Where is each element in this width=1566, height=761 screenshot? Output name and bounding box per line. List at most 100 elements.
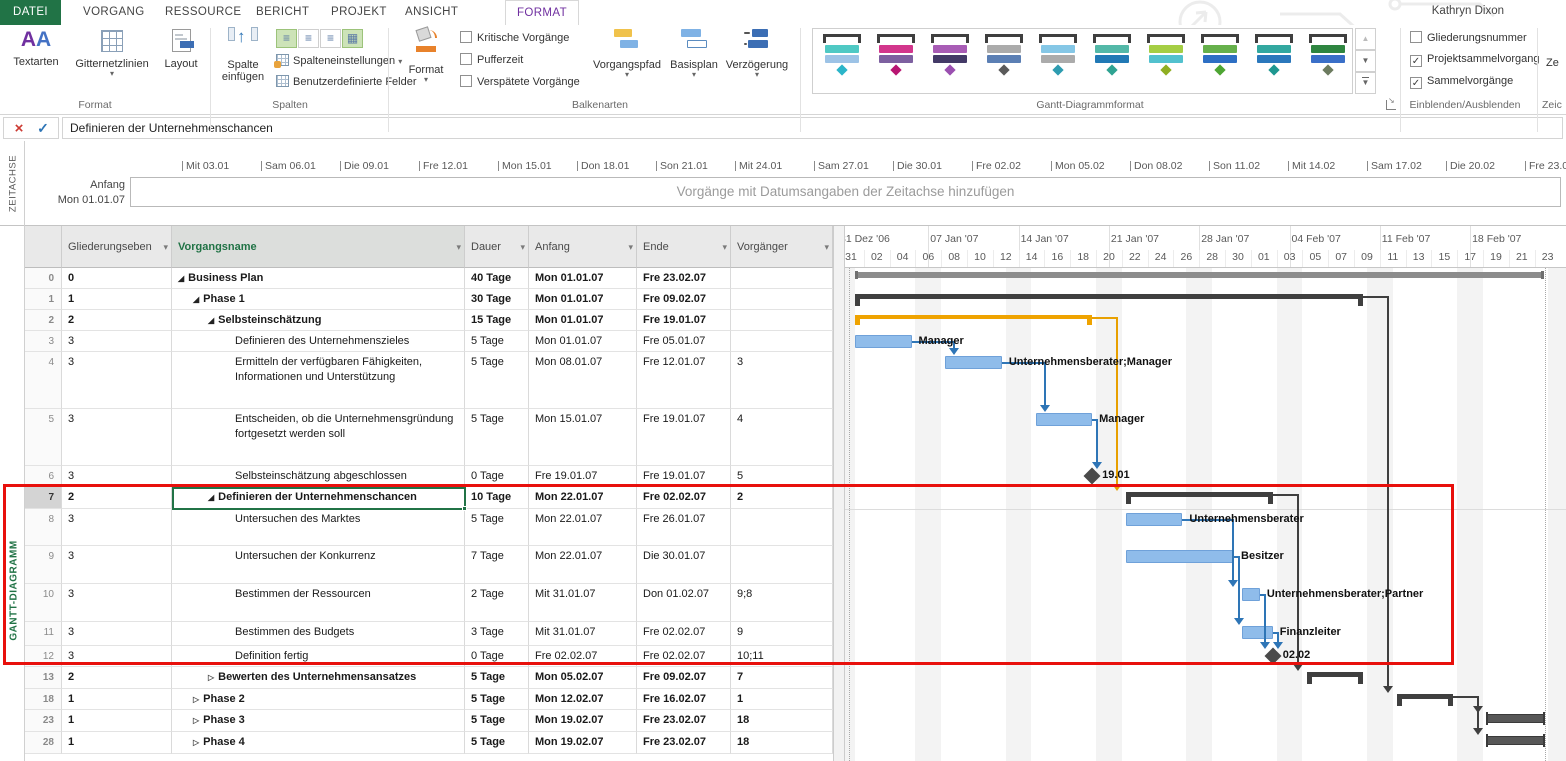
outline-level-cell[interactable]: 3: [62, 584, 172, 622]
start-cell[interactable]: Mon 22.01.07: [529, 487, 637, 509]
expand-triangle-icon[interactable]: ▷: [193, 735, 199, 750]
gallery-scroll-down-button[interactable]: ▼: [1355, 50, 1376, 72]
task-name-cell[interactable]: ▷Bewerten des Unternehmensansatzes: [172, 667, 465, 689]
finish-cell[interactable]: Fre 12.01.07: [637, 352, 731, 409]
row-id-cell[interactable]: 2: [25, 310, 62, 331]
predecessor-cell[interactable]: 3: [731, 352, 833, 409]
outline-level-cell[interactable]: 1: [62, 710, 172, 732]
filter-arrow-icon[interactable]: ▾: [628, 226, 633, 268]
selection-fill-handle[interactable]: [462, 506, 467, 511]
row-id-cell[interactable]: 10: [25, 584, 62, 622]
row-id-cell[interactable]: 13: [25, 667, 62, 689]
tab-format[interactable]: FORMAT: [505, 0, 579, 25]
outline-level-cell[interactable]: 2: [62, 310, 172, 331]
gantt-bar-summary-orange[interactable]: [855, 315, 1092, 319]
checkbox-verspaetete-vorgaenge[interactable]: Verspätete Vorgänge: [460, 75, 580, 88]
task-name-cell[interactable]: Untersuchen der Konkurrenz: [172, 546, 465, 584]
row-id-cell[interactable]: 23: [25, 710, 62, 732]
finish-cell[interactable]: Fre 02.02.07: [637, 646, 731, 667]
start-cell[interactable]: Mon 01.01.07: [529, 310, 637, 331]
predecessor-cell[interactable]: [731, 509, 833, 546]
align-left-button[interactable]: ≡: [276, 29, 297, 48]
checkbox-gliederungsnummer[interactable]: Gliederungsnummer: [1410, 31, 1527, 44]
row-id-cell[interactable]: 8: [25, 509, 62, 546]
predecessor-cell[interactable]: 18: [731, 732, 833, 754]
gantt-bar-task[interactable]: [1126, 513, 1182, 526]
start-cell[interactable]: Mon 12.02.07: [529, 689, 637, 710]
finish-cell[interactable]: Fre 19.01.07: [637, 310, 731, 331]
start-cell[interactable]: Mon 05.02.07: [529, 667, 637, 689]
gantt-bar-task[interactable]: [945, 356, 1001, 369]
gantt-style-option[interactable]: [979, 31, 1029, 91]
predecessor-cell[interactable]: [731, 331, 833, 352]
task-name-cell[interactable]: Entscheiden, ob die Unternehmensgründung…: [172, 409, 465, 466]
table-chart-splitter[interactable]: [833, 226, 845, 761]
entry-field[interactable]: Definieren der Unternehmenschancen: [62, 117, 1563, 139]
duration-cell[interactable]: 5 Tage: [465, 732, 529, 754]
task-name-cell[interactable]: ◢Business Plan: [172, 268, 465, 289]
checkbox-sammelvorgaenge[interactable]: ✓Sammelvorgänge: [1410, 75, 1513, 89]
row-id-cell[interactable]: 4: [25, 352, 62, 409]
outline-level-cell[interactable]: 1: [62, 689, 172, 710]
finish-cell[interactable]: Fre 02.02.07: [637, 487, 731, 509]
outline-level-cell[interactable]: 3: [62, 646, 172, 667]
row-id-cell[interactable]: 12: [25, 646, 62, 667]
start-cell[interactable]: Mon 22.01.07: [529, 546, 637, 584]
outline-level-cell[interactable]: 3: [62, 509, 172, 546]
predecessor-cell[interactable]: 7: [731, 667, 833, 689]
duration-cell[interactable]: 3 Tage: [465, 622, 529, 646]
start-cell[interactable]: Mon 19.02.07: [529, 732, 637, 754]
gantt-bar-summary[interactable]: [1307, 672, 1363, 677]
checkbox-pufferzeit[interactable]: Pufferzeit: [460, 53, 523, 66]
user-name[interactable]: Kathryn Dixon: [1432, 5, 1504, 17]
predecessor-cell[interactable]: 1: [731, 689, 833, 710]
checkbox-projektsammelvorgang[interactable]: ✓Projektsammelvorgang: [1410, 53, 1540, 67]
start-cell[interactable]: Mon 22.01.07: [529, 509, 637, 546]
duration-cell[interactable]: 30 Tage: [465, 289, 529, 310]
basisplan-button[interactable]: Basisplan▾: [664, 27, 724, 79]
expand-triangle-icon[interactable]: ▷: [193, 692, 199, 707]
column-header-Anfang[interactable]: Anfang▾: [529, 226, 637, 268]
start-cell[interactable]: Mon 01.01.07: [529, 289, 637, 310]
gantt-bar-summary-solid[interactable]: [1487, 714, 1543, 723]
start-cell[interactable]: Mon 08.01.07: [529, 352, 637, 409]
gantt-bar-project-summary[interactable]: [855, 272, 1543, 278]
filter-arrow-icon[interactable]: ▾: [520, 226, 525, 268]
finish-cell[interactable]: Fre 09.02.07: [637, 667, 731, 689]
expand-triangle-icon[interactable]: ▷: [193, 713, 199, 728]
tab-ansicht[interactable]: ANSICHT: [392, 0, 471, 25]
finish-cell[interactable]: Fre 09.02.07: [637, 289, 731, 310]
start-cell[interactable]: Fre 19.01.07: [529, 466, 637, 487]
duration-cell[interactable]: 40 Tage: [465, 268, 529, 289]
task-name-cell[interactable]: Bestimmen des Budgets: [172, 622, 465, 646]
task-name-cell[interactable]: ◢Selbsteinschätzung: [172, 310, 465, 331]
gantt-style-option[interactable]: [925, 31, 975, 91]
finish-cell[interactable]: Die 30.01.07: [637, 546, 731, 584]
duration-cell[interactable]: 5 Tage: [465, 667, 529, 689]
filter-arrow-icon[interactable]: ▾: [824, 226, 829, 268]
predecessor-cell[interactable]: 4: [731, 409, 833, 466]
tab-bericht[interactable]: BERICHT: [243, 0, 322, 25]
outline-level-cell[interactable]: 2: [62, 667, 172, 689]
task-name-cell[interactable]: Untersuchen des Marktes: [172, 509, 465, 546]
gallery-more-button[interactable]: ▼: [1355, 72, 1376, 94]
start-cell[interactable]: Mit 31.01.07: [529, 584, 637, 622]
start-cell[interactable]: Fre 02.02.07: [529, 646, 637, 667]
column-header-Dauer[interactable]: Dauer▾: [465, 226, 529, 268]
gantt-style-option[interactable]: [1249, 31, 1299, 91]
collapse-triangle-icon[interactable]: ◢: [193, 292, 199, 307]
task-name-cell[interactable]: Bestimmen der Ressourcen: [172, 584, 465, 622]
collapse-triangle-icon[interactable]: ◢: [208, 490, 214, 505]
predecessor-cell[interactable]: [731, 289, 833, 310]
textarten-button[interactable]: AA Textarten: [8, 27, 64, 68]
duration-cell[interactable]: 5 Tage: [465, 352, 529, 409]
wrap-text-button[interactable]: ▦: [342, 29, 363, 48]
gantt-bar-task[interactable]: [1036, 413, 1092, 426]
start-cell[interactable]: Mon 01.01.07: [529, 268, 637, 289]
vorgangspfad-button[interactable]: Vorgangspfad▾: [588, 27, 666, 79]
filter-arrow-icon[interactable]: ▾: [163, 226, 168, 268]
task-name-cell[interactable]: ▷Phase 2: [172, 689, 465, 710]
collapse-triangle-icon[interactable]: ◢: [208, 313, 214, 328]
start-cell[interactable]: Mon 15.01.07: [529, 409, 637, 466]
finish-cell[interactable]: Fre 19.01.07: [637, 409, 731, 466]
